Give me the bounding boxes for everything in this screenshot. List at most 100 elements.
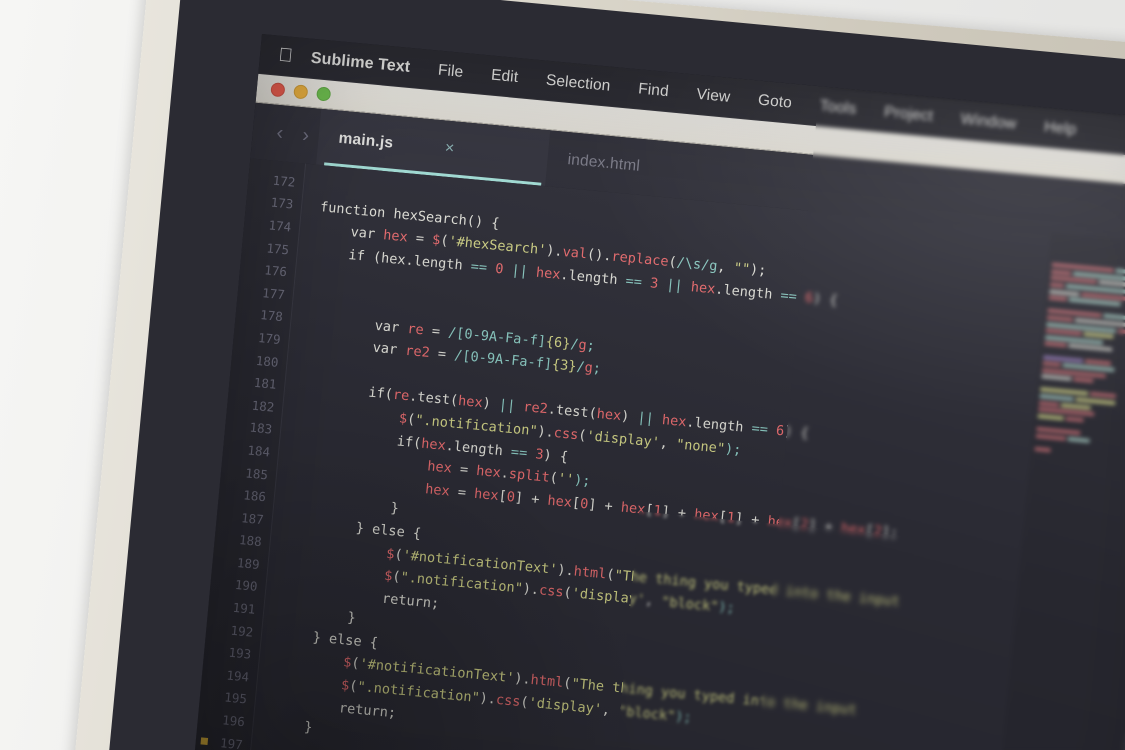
code-token: hex (595, 406, 622, 425)
menu-item-file[interactable]: File (423, 60, 478, 83)
code-token: ); (674, 708, 693, 727)
code-token: ); (573, 472, 592, 490)
code-token: css (495, 691, 522, 711)
code-token: || (636, 410, 663, 429)
code-token: hex (661, 412, 688, 431)
bookmark-marker-icon[interactable] (200, 737, 209, 745)
code-token: hex (690, 278, 717, 298)
menu-item-view[interactable]: View (682, 85, 745, 109)
code-token: ) { (542, 446, 569, 465)
minimap-segment (1035, 433, 1066, 441)
minimap-segment (1067, 436, 1090, 443)
code-token: , (644, 592, 663, 610)
code-token: "none" (675, 436, 726, 457)
menu-item-goto[interactable]: Goto (743, 90, 806, 114)
code-token: if ( (315, 243, 382, 266)
code-token: = (448, 483, 475, 502)
code-token: css (553, 424, 580, 444)
code-token: ) (620, 408, 639, 426)
menu-item-selection[interactable]: Selection (531, 70, 625, 97)
code-token: ]; (881, 523, 899, 542)
code-token: .length (714, 281, 782, 304)
menu-item-help[interactable]: Help (1029, 117, 1091, 141)
minimap-segment (1034, 446, 1051, 453)
back-arrow-icon[interactable]: ‹ (266, 120, 294, 145)
code-content[interactable]: function hexSearch() { var hex = $('#hex… (245, 164, 1125, 750)
minimap-segment (1073, 377, 1094, 384)
code-token: ). (478, 690, 497, 708)
screenshot-root:  Sublime Text File Edit Selection Find … (0, 0, 1125, 750)
code-token: .test( (408, 388, 459, 410)
code-editor[interactable]: 172 173 174 175 176 177 178 179 180 181 182 183 184 1… (190, 158, 1125, 750)
code-token: .length (445, 437, 512, 460)
code-token: function (319, 198, 395, 222)
minimap-segment (1049, 282, 1065, 288)
code-token: re2 (522, 399, 549, 418)
minimap-segment (1103, 314, 1125, 321)
code-token: .length (559, 266, 627, 289)
code-token: ; (592, 360, 602, 378)
minimap-segment (1038, 400, 1060, 407)
code-token: == (510, 443, 537, 462)
code-token: hex (535, 264, 562, 283)
code-token: .length (685, 414, 753, 437)
code-token: hex (620, 499, 647, 518)
close-traffic-light[interactable] (270, 82, 286, 98)
menu-item-find[interactable]: Find (623, 79, 683, 102)
code-token: .length (404, 252, 472, 275)
code-token: == (750, 420, 777, 439)
minimap-segment (1051, 269, 1072, 276)
code-token: re2 (404, 342, 431, 362)
menu-item-sublime-text[interactable]: Sublime Text (310, 50, 425, 79)
menu-item-window[interactable]: Window (946, 109, 1031, 135)
apple-logo-icon[interactable]:  (277, 45, 294, 67)
minimap-segment (1084, 358, 1112, 366)
code-token: "block" (660, 593, 720, 616)
code-token: = (451, 460, 478, 479)
minimap-segment (1083, 332, 1114, 339)
code-token: ); (724, 440, 743, 459)
code-token: '' (557, 470, 575, 489)
code-token: || (502, 261, 537, 281)
menu-item-tools[interactable]: Tools (805, 96, 871, 120)
code-token: $ (277, 648, 353, 672)
code-token: hex (475, 463, 502, 482)
close-icon[interactable]: × (444, 140, 455, 159)
code-token: hex (546, 492, 573, 511)
minimap-segment (1065, 416, 1084, 423)
code-token: hex (473, 485, 500, 504)
code-token: hex (382, 227, 409, 246)
code-token: ; (585, 337, 596, 354)
laptop-screen:  Sublime Text File Edit Selection Find … (190, 34, 1125, 750)
code-token: css (538, 582, 565, 601)
code-token: replace (610, 248, 670, 271)
code-token: ] + (807, 516, 842, 536)
menu-item-project[interactable]: Project (869, 102, 947, 127)
code-token: } (281, 603, 357, 627)
forward-arrow-icon[interactable]: › (292, 123, 320, 148)
code-token: val (561, 244, 588, 263)
code-token: hex (766, 513, 793, 532)
minimap-segment (1060, 402, 1091, 410)
code-token: ] + (734, 509, 769, 529)
code-token: || (657, 275, 692, 295)
minimap-segment (1048, 295, 1067, 302)
code-token: split (508, 466, 551, 486)
code-token: hex (457, 393, 484, 412)
minimize-traffic-light[interactable] (293, 84, 309, 100)
code-token: || (498, 397, 525, 416)
code-token: (). (586, 246, 613, 265)
code-token: ] + (514, 489, 549, 509)
code-token: ). (536, 423, 555, 441)
code-token: html (573, 562, 608, 582)
minimap-segment (1037, 413, 1064, 421)
code-token: ). (522, 580, 540, 599)
maximize-traffic-light[interactable] (316, 86, 332, 102)
minimap-segment (1042, 361, 1061, 367)
code-token: hex (693, 506, 720, 525)
code-token: ) { (812, 290, 839, 309)
menu-item-edit[interactable]: Edit (476, 65, 533, 88)
code-token: ); (749, 261, 768, 280)
code-token: 'display' (570, 585, 646, 609)
code-token: hex (840, 519, 867, 539)
